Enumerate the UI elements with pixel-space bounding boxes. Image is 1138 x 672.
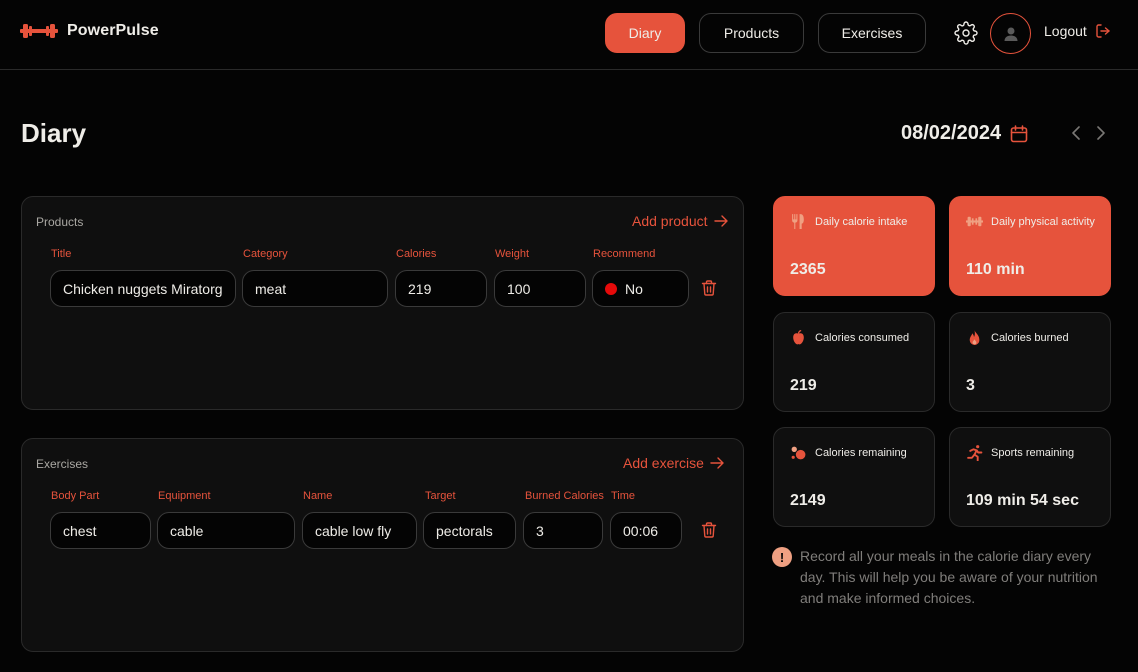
current-date: 08/02/2024 [901, 122, 1002, 144]
date-picker[interactable]: 08/02/2024 [901, 122, 1029, 145]
product-category: meat [255, 280, 287, 297]
gear-icon[interactable] [954, 21, 978, 45]
column-header-recommend: Recommend [593, 248, 656, 260]
exercise-equipment: cable [170, 522, 204, 539]
nav-products-button[interactable]: Products [699, 13, 804, 53]
apple-icon [793, 329, 804, 345]
exercise-target-cell: pectorals [423, 512, 516, 549]
page-title: Diary [21, 118, 87, 148]
stat-label: Sports remaining [991, 446, 1075, 459]
avatar[interactable] [990, 13, 1031, 54]
stat-card-calories-remaining: Calories remaining 2149 [773, 427, 935, 527]
stat-card-daily-calorie-intake: Daily calorie intake 2365 [773, 196, 935, 296]
column-header-category: Category [243, 248, 288, 260]
exercise-body-part: chest [63, 522, 97, 539]
arrow-right-icon [710, 457, 724, 469]
exercise-burned-calories: 3 [536, 522, 544, 539]
logo[interactable]: PowerPulse [20, 20, 159, 42]
delete-product-trash-icon[interactable] [700, 279, 718, 297]
stat-label: Daily calorie intake [815, 215, 908, 228]
product-recommend-cell: No [592, 270, 689, 307]
nav-diary-button[interactable]: Diary [605, 13, 685, 53]
stat-label: Daily physical activity [991, 215, 1095, 228]
stat-card-calories-consumed: Calories consumed 219 [773, 312, 935, 412]
runner-icon [967, 445, 983, 461]
stat-value: 3 [966, 377, 975, 394]
column-header-weight: Weight [495, 248, 530, 260]
column-header-time: Time [611, 490, 636, 502]
chevron-left-icon [1072, 126, 1080, 140]
product-title: Chicken nuggets Miratorg [63, 280, 223, 297]
stat-label: Calories remaining [815, 446, 907, 459]
add-product-button[interactable]: Add product [632, 213, 728, 229]
calendar-icon[interactable] [1009, 124, 1029, 144]
fork-knife-icon [792, 214, 804, 229]
flame-icon [969, 330, 980, 345]
product-calories-cell: 219 [395, 270, 487, 307]
product-weight-cell: 100 [494, 270, 586, 307]
column-header-calories: Calories [396, 248, 437, 260]
column-header-equipment: Equipment [158, 490, 211, 502]
app-name: PowerPulse [67, 22, 159, 39]
product-recommend: No [625, 280, 643, 297]
column-header-title: Title [51, 248, 72, 260]
not-recommended-dot [605, 282, 617, 295]
add-exercise-button[interactable]: Add exercise [623, 455, 724, 471]
exercise-body-part-cell: chest [50, 512, 151, 549]
exercise-burned-calories-cell: 3 [523, 512, 603, 549]
stat-label: Calories burned [991, 331, 1069, 344]
add-exercise-label: Add exercise [623, 455, 704, 471]
column-header-name: Name [303, 490, 333, 502]
product-category-cell: meat [242, 270, 388, 307]
chevron-right-icon [1097, 126, 1105, 140]
product-weight: 100 [507, 280, 531, 297]
dumbbell-logo-icon [20, 24, 58, 38]
exercise-time: 00:06 [623, 522, 659, 539]
exercise-time-cell: 00:06 [610, 512, 682, 549]
exercise-name-cell: cable low fly [302, 512, 417, 549]
exercises-panel: Exercises Add exercise Body Part Equipme… [21, 438, 744, 652]
stat-value: 2149 [790, 492, 826, 509]
bubbles-icon [791, 446, 806, 460]
products-panel-title: Products [36, 215, 84, 229]
nav-exercises-button[interactable]: Exercises [818, 13, 926, 53]
logout-label: Logout [1044, 23, 1087, 39]
logout-icon [1096, 24, 1110, 38]
arrow-right-icon [713, 215, 728, 227]
prev-day-button[interactable] [1068, 124, 1084, 142]
logout-button[interactable]: Logout [1044, 23, 1111, 39]
add-product-label: Add product [632, 213, 708, 229]
stat-value: 110 min [966, 261, 1025, 278]
exercises-panel-title: Exercises [36, 457, 89, 471]
stat-card-daily-physical-activity: Daily physical activity 110 min [949, 196, 1111, 296]
products-panel: Products Add product Title Category Calo… [21, 196, 744, 410]
stat-label: Calories consumed [815, 331, 910, 344]
exercise-equipment-cell: cable [157, 512, 295, 549]
stat-value: 109 min 54 sec [966, 492, 1079, 509]
top-header: PowerPulse Diary Products Exercises Logo… [0, 0, 1138, 70]
exercise-name: cable low fly [315, 522, 392, 539]
tip-text: Record all your meals in the calorie dia… [800, 548, 1098, 606]
next-day-button[interactable] [1093, 124, 1109, 142]
exclamation-icon: ! [772, 547, 792, 567]
stat-card-calories-burned: Calories burned 3 [949, 312, 1111, 412]
column-header-target: Target [425, 490, 456, 502]
stat-value: 2365 [790, 261, 826, 278]
product-title-cell: Chicken nuggets Miratorg [50, 270, 236, 307]
product-calories: 219 [408, 280, 432, 297]
column-header-burned-calories: Burned Calories [525, 490, 604, 502]
diary-tip: ! Record all your meals in the calorie d… [772, 546, 1112, 609]
dumbbell-icon [966, 216, 983, 227]
user-icon [1004, 27, 1017, 41]
exercise-target: pectorals [436, 522, 493, 539]
stat-value: 219 [790, 377, 817, 394]
delete-exercise-trash-icon[interactable] [700, 521, 718, 539]
stat-card-sports-remaining: Sports remaining 109 min 54 sec [949, 427, 1111, 527]
column-header-body-part: Body Part [51, 490, 100, 502]
